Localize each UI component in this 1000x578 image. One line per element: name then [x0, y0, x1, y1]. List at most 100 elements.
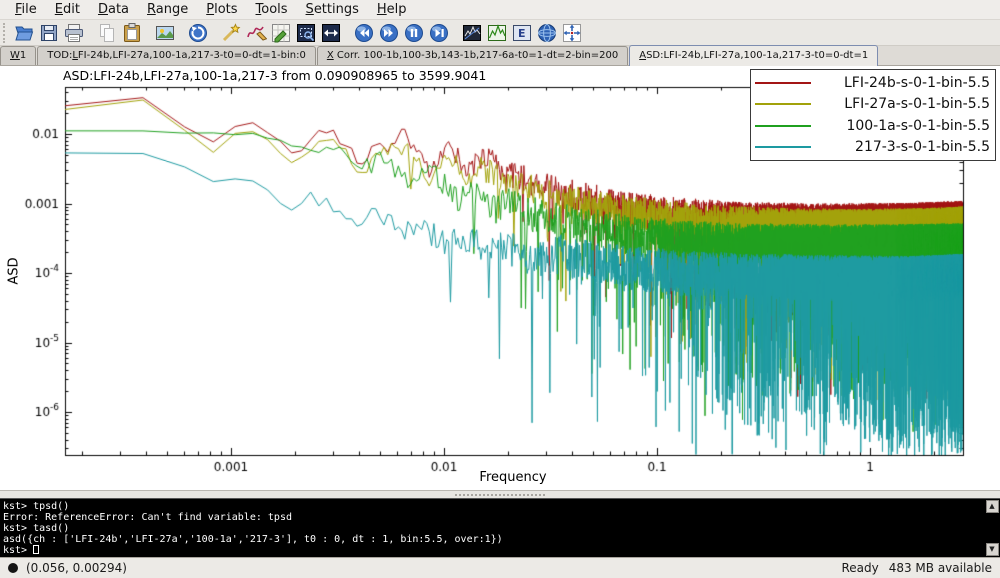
console-prompt-line[interactable]: kst> — [3, 545, 984, 556]
splitter-grip-icon — [455, 494, 545, 496]
menu-bar: FileEditDataRangePlotsToolsSettingsHelp — [0, 0, 1000, 20]
plot-thumbnail-button[interactable] — [459, 21, 484, 45]
legend-entry: 217-3-s-0-1-bin-5.5 — [755, 137, 990, 158]
legend-line-sample — [755, 103, 811, 105]
x-axis-label: Frequency — [453, 470, 573, 485]
tab-0[interactable]: W1 — [0, 46, 36, 65]
edit-vectors-icon — [245, 22, 267, 44]
console-line: asd({ch : ['LFI-24b','LFI-27a','100-1a',… — [3, 534, 984, 545]
back-icon — [353, 22, 375, 44]
tab-bar: W1TOD:LFI-24b,LFI-27a,100-1a,217-3-t0=0-… — [0, 46, 1000, 66]
scroll-up-icon[interactable]: ▲ — [986, 500, 999, 513]
reload-button[interactable] — [185, 21, 210, 45]
text-cursor — [33, 545, 39, 554]
status-ready: Ready — [841, 561, 878, 575]
save-button[interactable] — [36, 21, 61, 45]
zoom-x-button[interactable] — [318, 21, 343, 45]
y-axis-label: ASD — [7, 257, 22, 284]
console-line: kst> tasd() — [3, 523, 984, 534]
toolbar-group — [218, 21, 343, 45]
legend-label: LFI-24b-s-0-1-bin-5.5 — [819, 75, 990, 91]
zoom-x-icon — [320, 22, 342, 44]
status-bar: (0.056, 0.00294) Ready 483 MB available — [0, 557, 1000, 578]
forward-button[interactable] — [376, 21, 401, 45]
menu-range[interactable]: Range — [138, 1, 197, 18]
plot-window: ASD:LFI-24b,LFI-27a,100-1a,217-3 from 0.… — [0, 66, 1000, 490]
toolbar-group — [94, 21, 144, 45]
globe-button[interactable] — [534, 21, 559, 45]
toolbar-group — [351, 21, 451, 45]
equation-button[interactable]: E — [509, 21, 534, 45]
menu-file[interactable]: File — [6, 1, 46, 18]
forward-icon — [378, 22, 400, 44]
zoom-box-button[interactable] — [293, 21, 318, 45]
cursor-coordinates: (0.056, 0.00294) — [26, 561, 127, 575]
console-scrollbar[interactable]: ▲ ▼ — [985, 500, 999, 556]
pause-icon — [403, 22, 425, 44]
pane-splitter[interactable] — [0, 490, 1000, 498]
toolbar-group — [11, 21, 86, 45]
tab-3-active[interactable]: ASD:LFI-24b,LFI-27a,100-1a,217-3-t0=0-dt… — [629, 45, 878, 66]
menu-settings[interactable]: Settings — [297, 1, 368, 18]
legend-label: LFI-27a-s-0-1-bin-5.5 — [819, 96, 990, 112]
plot-green-button[interactable] — [484, 21, 509, 45]
equation-icon: E — [511, 22, 533, 44]
svg-text:E: E — [518, 27, 526, 40]
legend-entry: LFI-24b-s-0-1-bin-5.5 — [755, 72, 990, 93]
copy-icon — [96, 22, 118, 44]
globe-icon — [536, 22, 558, 44]
plot-green-icon — [486, 22, 508, 44]
print-button[interactable] — [61, 21, 86, 45]
zoom-box-icon — [295, 22, 317, 44]
save-icon — [38, 22, 60, 44]
menu-help[interactable]: Help — [368, 1, 416, 18]
tab-1[interactable]: TOD:LFI-24b,LFI-27a,100-1a,217-3-t0=0-dt… — [37, 46, 316, 65]
toolbar-group — [152, 21, 177, 45]
legend-label: 217-3-s-0-1-bin-5.5 — [819, 139, 990, 155]
legend-line-sample — [755, 125, 811, 127]
plot-title: ASD:LFI-24b,LFI-27a,100-1a,217-3 from 0.… — [63, 68, 486, 83]
legend-entry: LFI-27a-s-0-1-bin-5.5 — [755, 94, 990, 115]
open-button[interactable] — [11, 21, 36, 45]
data-wizard-icon — [220, 22, 242, 44]
advance-icon — [428, 22, 450, 44]
legend-label: 100-1a-s-0-1-bin-5.5 — [819, 118, 990, 134]
shift-arrows-icon — [561, 22, 583, 44]
open-icon — [13, 22, 35, 44]
edit-layout-icon — [270, 22, 292, 44]
advance-button[interactable] — [426, 21, 451, 45]
back-button[interactable] — [351, 21, 376, 45]
console-line: kst> tpsd() — [3, 501, 984, 512]
menu-tools[interactable]: Tools — [247, 1, 297, 18]
toolbar: E — [0, 20, 1000, 46]
paste-icon — [121, 22, 143, 44]
data-wizard-button[interactable] — [218, 21, 243, 45]
legend-entry: 100-1a-s-0-1-bin-5.5 — [755, 115, 990, 136]
tab-2[interactable]: X Corr. 100-1b,100-3b,143-1b,217-6a-t0=1… — [317, 46, 628, 65]
status-indicator-icon — [8, 563, 18, 573]
pause-button[interactable] — [401, 21, 426, 45]
kst-console[interactable]: kst> tpsd()Error: ReferenceError: Can't … — [0, 498, 1000, 557]
paste-button[interactable] — [119, 21, 144, 45]
toolbar-group — [185, 21, 210, 45]
copy-button[interactable] — [94, 21, 119, 45]
menu-edit[interactable]: Edit — [46, 1, 89, 18]
plot-thumbnail-icon — [461, 22, 483, 44]
legend-line-sample — [755, 82, 811, 84]
edit-layout-button[interactable] — [268, 21, 293, 45]
toolbar-group: E — [459, 21, 584, 45]
plot-legend[interactable]: LFI-24b-s-0-1-bin-5.5 LFI-27a-s-0-1-bin-5… — [750, 69, 996, 161]
status-memory: 483 MB available — [889, 561, 992, 575]
export-image-icon — [154, 22, 176, 44]
print-icon — [63, 22, 85, 44]
console-line: Error: ReferenceError: Can't find variab… — [3, 512, 984, 523]
shift-arrows-button[interactable] — [559, 21, 584, 45]
menu-data[interactable]: Data — [89, 1, 138, 18]
menu-plots[interactable]: Plots — [197, 1, 246, 18]
edit-vectors-button[interactable] — [243, 21, 268, 45]
legend-line-sample — [755, 146, 811, 148]
export-image-button[interactable] — [152, 21, 177, 45]
scroll-down-icon[interactable]: ▼ — [986, 543, 999, 556]
console-history: kst> tpsd()Error: ReferenceError: Can't … — [3, 501, 984, 545]
toolbar-grip[interactable] — [3, 23, 7, 43]
